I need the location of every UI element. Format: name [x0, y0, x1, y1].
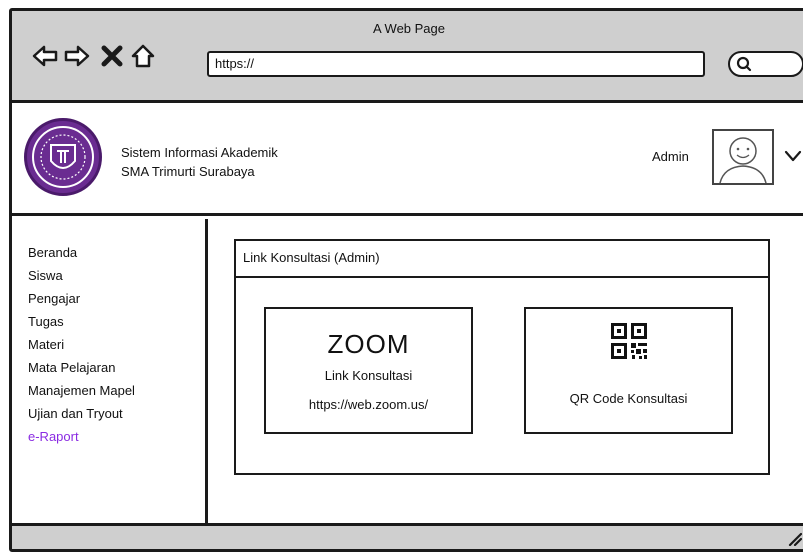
user-name[interactable]: Admin	[652, 149, 689, 164]
back-button[interactable]	[32, 43, 58, 69]
url-input[interactable]: https://	[207, 51, 705, 77]
app-title-line-1: Sistem Informasi Akademik	[121, 145, 278, 160]
home-button[interactable]	[130, 43, 156, 69]
resize-grip-icon[interactable]	[786, 530, 802, 546]
zoom-link-card[interactable]: ZOOM Link Konsultasi https://web.zoom.us…	[264, 307, 473, 434]
app-header: Sistem Informasi Akademik SMA Trimurti S…	[12, 106, 803, 216]
qr-code-icon	[610, 323, 647, 359]
zoom-link-url[interactable]: https://web.zoom.us/	[266, 397, 471, 412]
browser-window: A Web Page https:// Sistem Informasi Aka…	[9, 8, 803, 552]
user-avatar[interactable]	[712, 129, 774, 185]
sidebar-item-pengajar[interactable]: Pengajar	[28, 287, 205, 310]
window-title: A Web Page	[372, 21, 446, 36]
main-content: Link Konsultasi (Admin) ZOOM Link Konsul…	[211, 219, 803, 529]
app-title-line-2: SMA Trimurti Surabaya	[121, 164, 255, 179]
user-avatar-icon	[719, 137, 767, 183]
qr-code-card[interactable]: QR Code Konsultasi	[524, 307, 733, 434]
sidebar-item-beranda[interactable]: Beranda	[28, 241, 205, 264]
school-crest-logo	[24, 118, 102, 196]
consultation-panel: Link Konsultasi (Admin) ZOOM Link Konsul…	[234, 239, 770, 475]
arrow-left-icon	[32, 45, 58, 67]
panel-title: Link Konsultasi (Admin)	[236, 241, 768, 278]
sidebar-menu: Beranda Siswa Pengajar Tugas Materi Mata…	[12, 219, 205, 448]
sidebar-item-tugas[interactable]: Tugas	[28, 310, 205, 333]
status-bar	[12, 523, 803, 549]
app-title: Sistem Informasi Akademik SMA Trimurti S…	[121, 143, 278, 181]
home-icon	[131, 44, 155, 68]
stop-button[interactable]	[99, 43, 125, 69]
sidebar-item-materi[interactable]: Materi	[28, 333, 205, 356]
search-icon	[736, 56, 752, 72]
close-icon	[101, 45, 123, 67]
forward-button[interactable]	[64, 43, 90, 69]
sidebar: Beranda Siswa Pengajar Tugas Materi Mata…	[12, 219, 208, 529]
sidebar-item-e-raport[interactable]: e-Raport	[28, 425, 205, 448]
zoom-brand: ZOOM	[327, 329, 410, 359]
sidebar-item-ujian-dan-tryout[interactable]: Ujian dan Tryout	[28, 402, 205, 425]
sidebar-item-siswa[interactable]: Siswa	[28, 264, 205, 287]
qr-card-label: QR Code Konsultasi	[569, 391, 688, 406]
browser-search-button[interactable]	[728, 51, 803, 77]
arrow-right-icon	[64, 45, 90, 67]
sidebar-item-mata-pelajaran[interactable]: Mata Pelajaran	[28, 356, 205, 379]
zoom-card-label: Link Konsultasi	[324, 368, 413, 383]
chevron-down-icon[interactable]	[784, 149, 802, 163]
browser-toolbar: A Web Page https://	[12, 11, 803, 103]
sidebar-item-manajemen-mapel[interactable]: Manajemen Mapel	[28, 379, 205, 402]
